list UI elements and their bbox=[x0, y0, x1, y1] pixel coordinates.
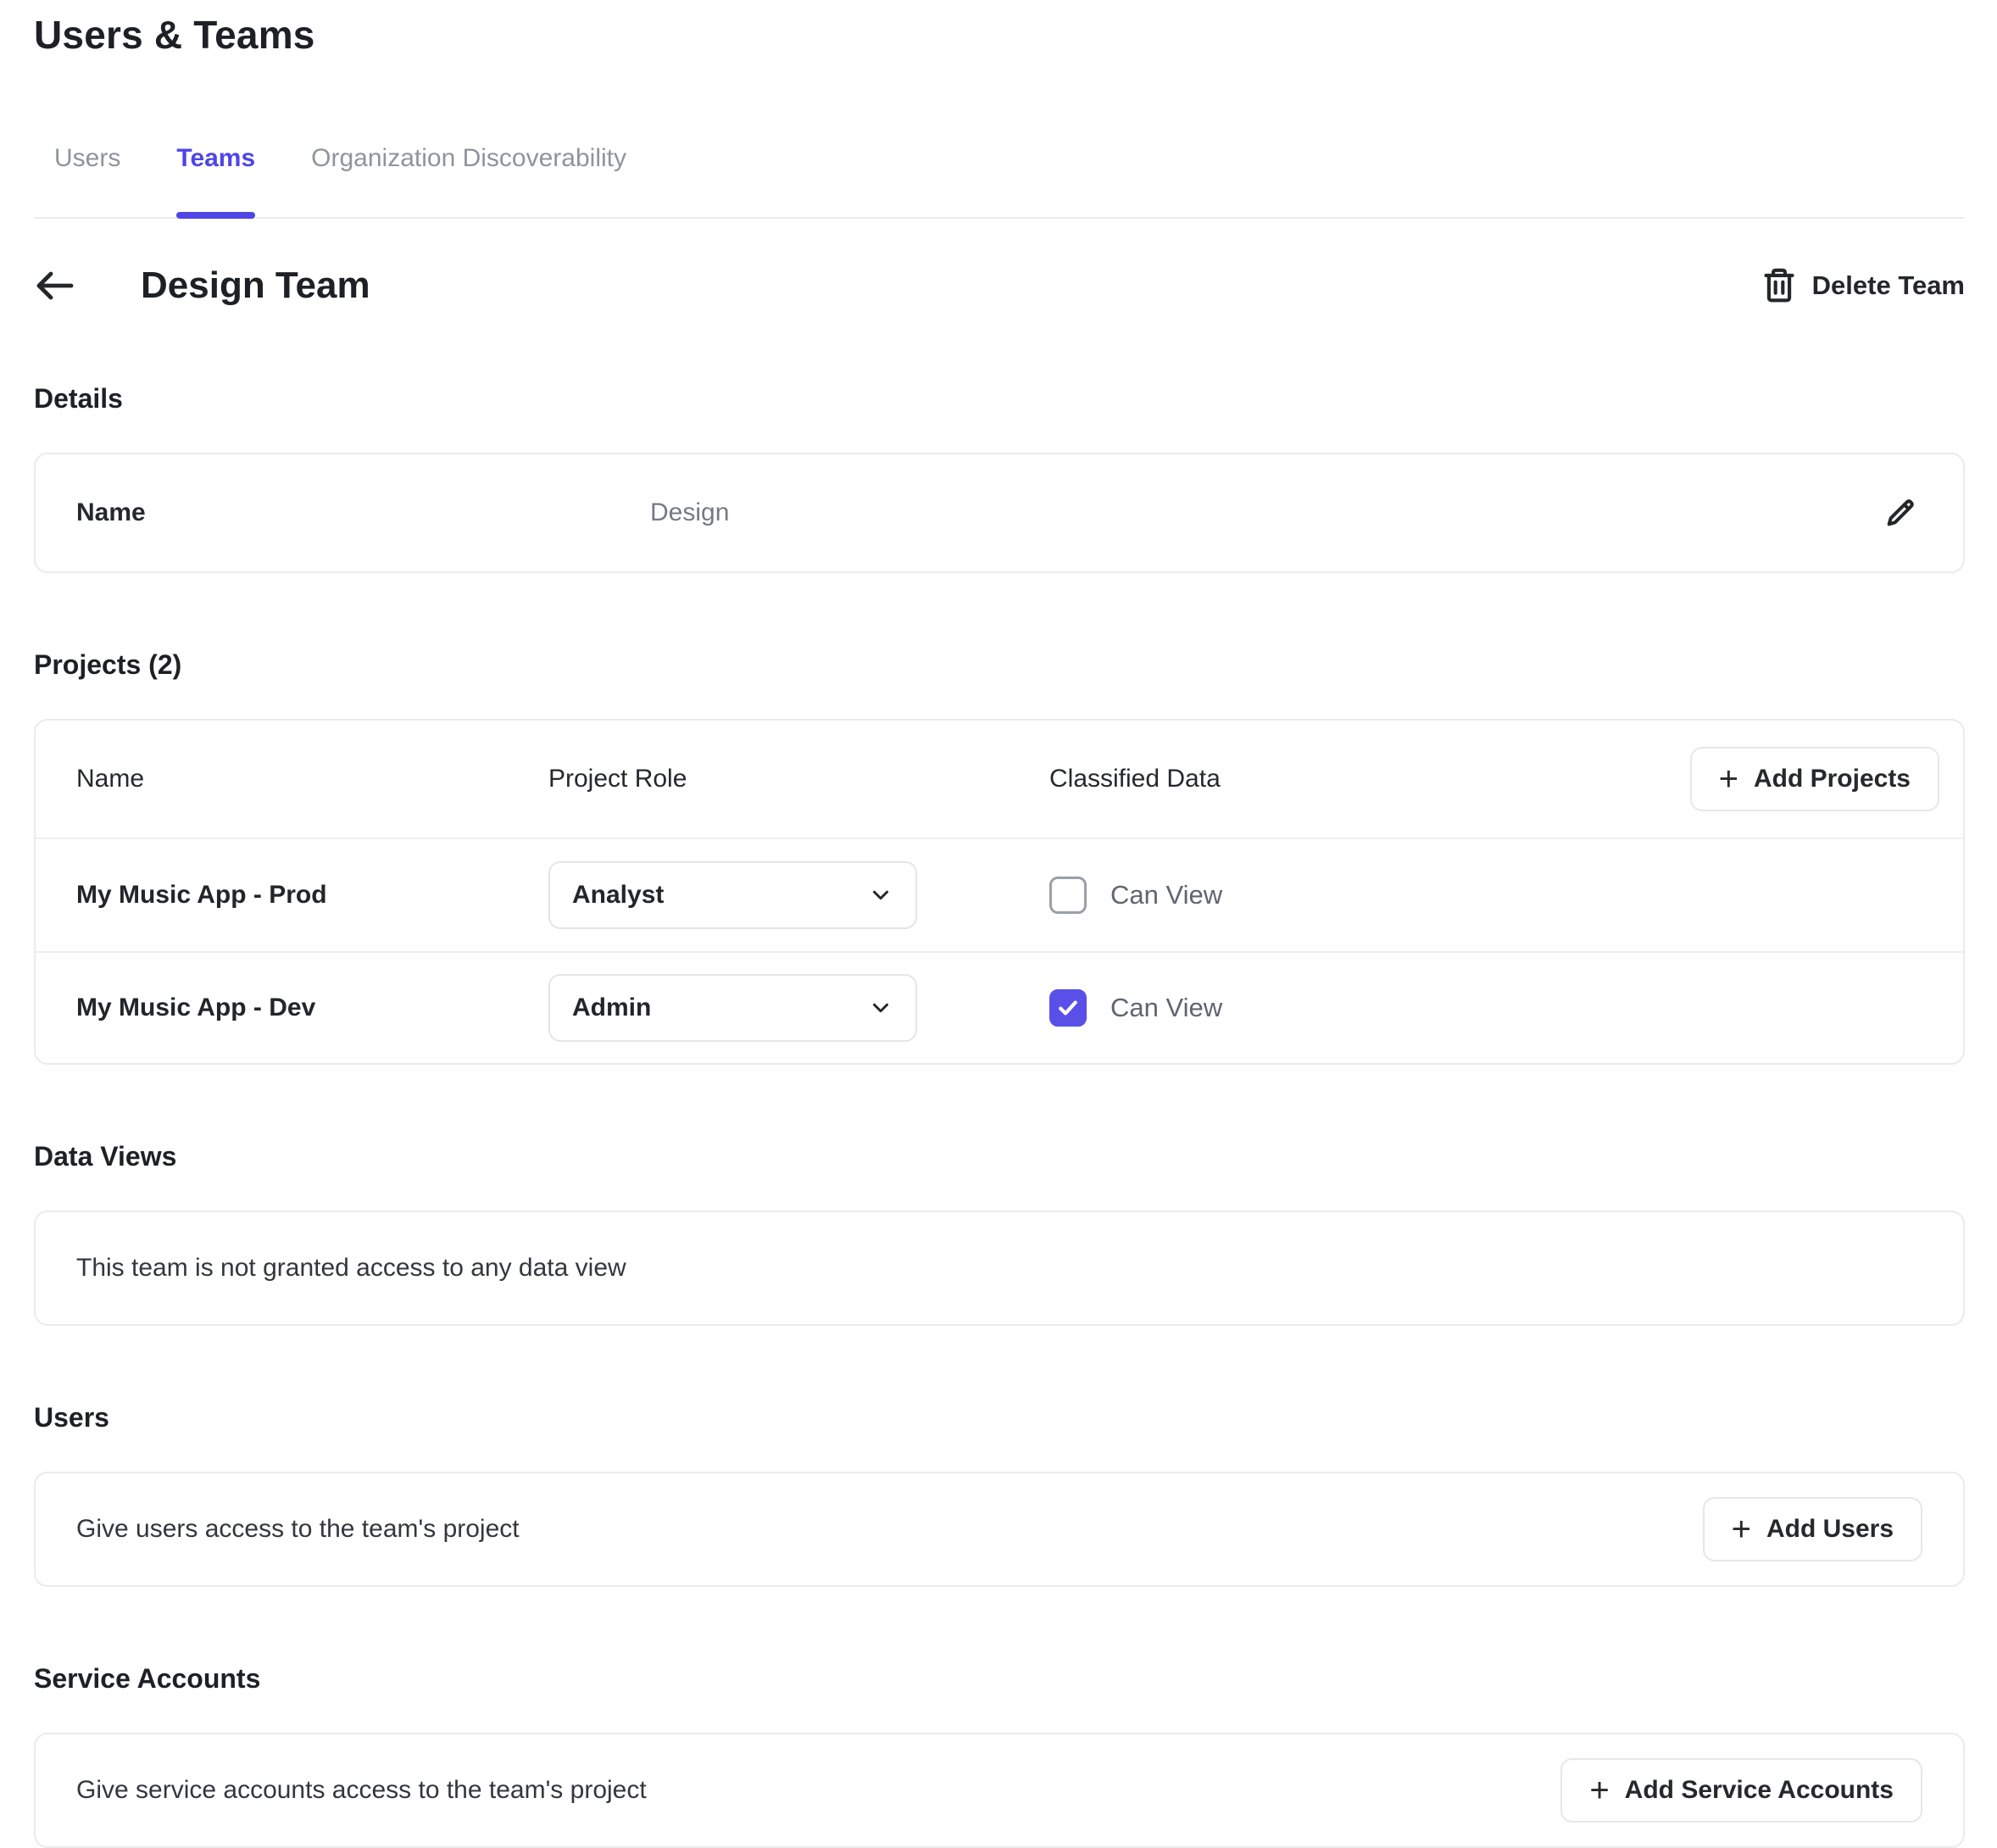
classified-data-cell: Can View bbox=[1049, 989, 1922, 1027]
project-role-select[interactable]: Analyst bbox=[548, 861, 917, 929]
tab-bar: Users Teams Organization Discoverability bbox=[34, 144, 1965, 219]
plus-icon: + bbox=[1589, 1773, 1609, 1807]
users-heading: Users bbox=[34, 1402, 1965, 1433]
users-card: Give users access to the team's project … bbox=[34, 1472, 1965, 1587]
add-users-label: Add Users bbox=[1766, 1515, 1894, 1544]
add-projects-label: Add Projects bbox=[1754, 765, 1911, 793]
trash-icon bbox=[1763, 268, 1795, 303]
can-view-checkbox[interactable] bbox=[1049, 877, 1087, 914]
tab-users[interactable]: Users bbox=[54, 144, 120, 217]
add-service-accounts-label: Add Service Accounts bbox=[1625, 1776, 1894, 1805]
pencil-icon bbox=[1883, 496, 1917, 530]
chevron-down-icon bbox=[868, 995, 893, 1021]
can-view-label: Can View bbox=[1110, 993, 1222, 1023]
data-views-heading: Data Views bbox=[34, 1141, 1965, 1172]
delete-team-button[interactable]: Delete Team bbox=[1763, 268, 1965, 303]
project-row-dev: My Music App - Dev Admin Can View bbox=[36, 951, 1963, 1063]
service-accounts-card: Give service accounts access to the team… bbox=[34, 1733, 1965, 1848]
data-views-card: This team is not granted access to any d… bbox=[34, 1211, 1965, 1326]
classified-data-cell: Can View bbox=[1049, 877, 1922, 914]
add-service-accounts-button[interactable]: + Add Service Accounts bbox=[1560, 1758, 1922, 1823]
project-role-value: Admin bbox=[572, 994, 651, 1022]
column-name: Name bbox=[76, 765, 548, 793]
project-role-value: Analyst bbox=[572, 881, 664, 910]
edit-name-button[interactable] bbox=[1875, 487, 1926, 538]
details-name-value: Design bbox=[650, 498, 1875, 527]
projects-table-header: Name Project Role Classified Data + Add … bbox=[36, 721, 1963, 839]
delete-team-label: Delete Team bbox=[1812, 270, 1965, 301]
page-title: Users & Teams bbox=[34, 12, 1965, 58]
can-view-label: Can View bbox=[1110, 880, 1222, 910]
project-name: My Music App - Prod bbox=[76, 881, 548, 910]
details-name-label: Name bbox=[76, 498, 650, 527]
details-card: Name Design bbox=[34, 453, 1965, 573]
details-name-row: Name Design bbox=[76, 454, 1926, 571]
projects-heading: Projects (2) bbox=[34, 649, 1965, 681]
chevron-down-icon bbox=[868, 882, 893, 908]
data-views-empty-text: This team is not granted access to any d… bbox=[76, 1254, 626, 1283]
back-button[interactable] bbox=[34, 269, 93, 303]
plus-icon: + bbox=[1719, 762, 1738, 796]
plus-icon: + bbox=[1732, 1512, 1751, 1546]
tab-organization-discoverability[interactable]: Organization Discoverability bbox=[311, 144, 626, 217]
users-empty-text: Give users access to the team's project bbox=[76, 1515, 520, 1544]
team-header: Design Team Delete Team bbox=[34, 264, 1965, 307]
details-heading: Details bbox=[34, 383, 1965, 415]
checkmark-icon bbox=[1056, 996, 1080, 1020]
project-row-prod: My Music App - Prod Analyst Can View bbox=[36, 839, 1963, 951]
project-role-select[interactable]: Admin bbox=[548, 974, 917, 1042]
team-title: Design Team bbox=[141, 264, 370, 307]
can-view-checkbox[interactable] bbox=[1049, 989, 1087, 1027]
service-accounts-heading: Service Accounts bbox=[34, 1663, 1965, 1695]
tab-teams[interactable]: Teams bbox=[176, 144, 255, 217]
project-name: My Music App - Dev bbox=[76, 994, 548, 1022]
add-users-button[interactable]: + Add Users bbox=[1703, 1497, 1922, 1561]
column-project-role: Project Role bbox=[548, 765, 1036, 793]
column-classified-data: Classified Data bbox=[1049, 765, 1690, 793]
arrow-left-icon bbox=[34, 269, 75, 303]
add-projects-button[interactable]: + Add Projects bbox=[1690, 747, 1939, 811]
service-accounts-empty-text: Give service accounts access to the team… bbox=[76, 1776, 647, 1805]
projects-card: Name Project Role Classified Data + Add … bbox=[34, 719, 1965, 1065]
